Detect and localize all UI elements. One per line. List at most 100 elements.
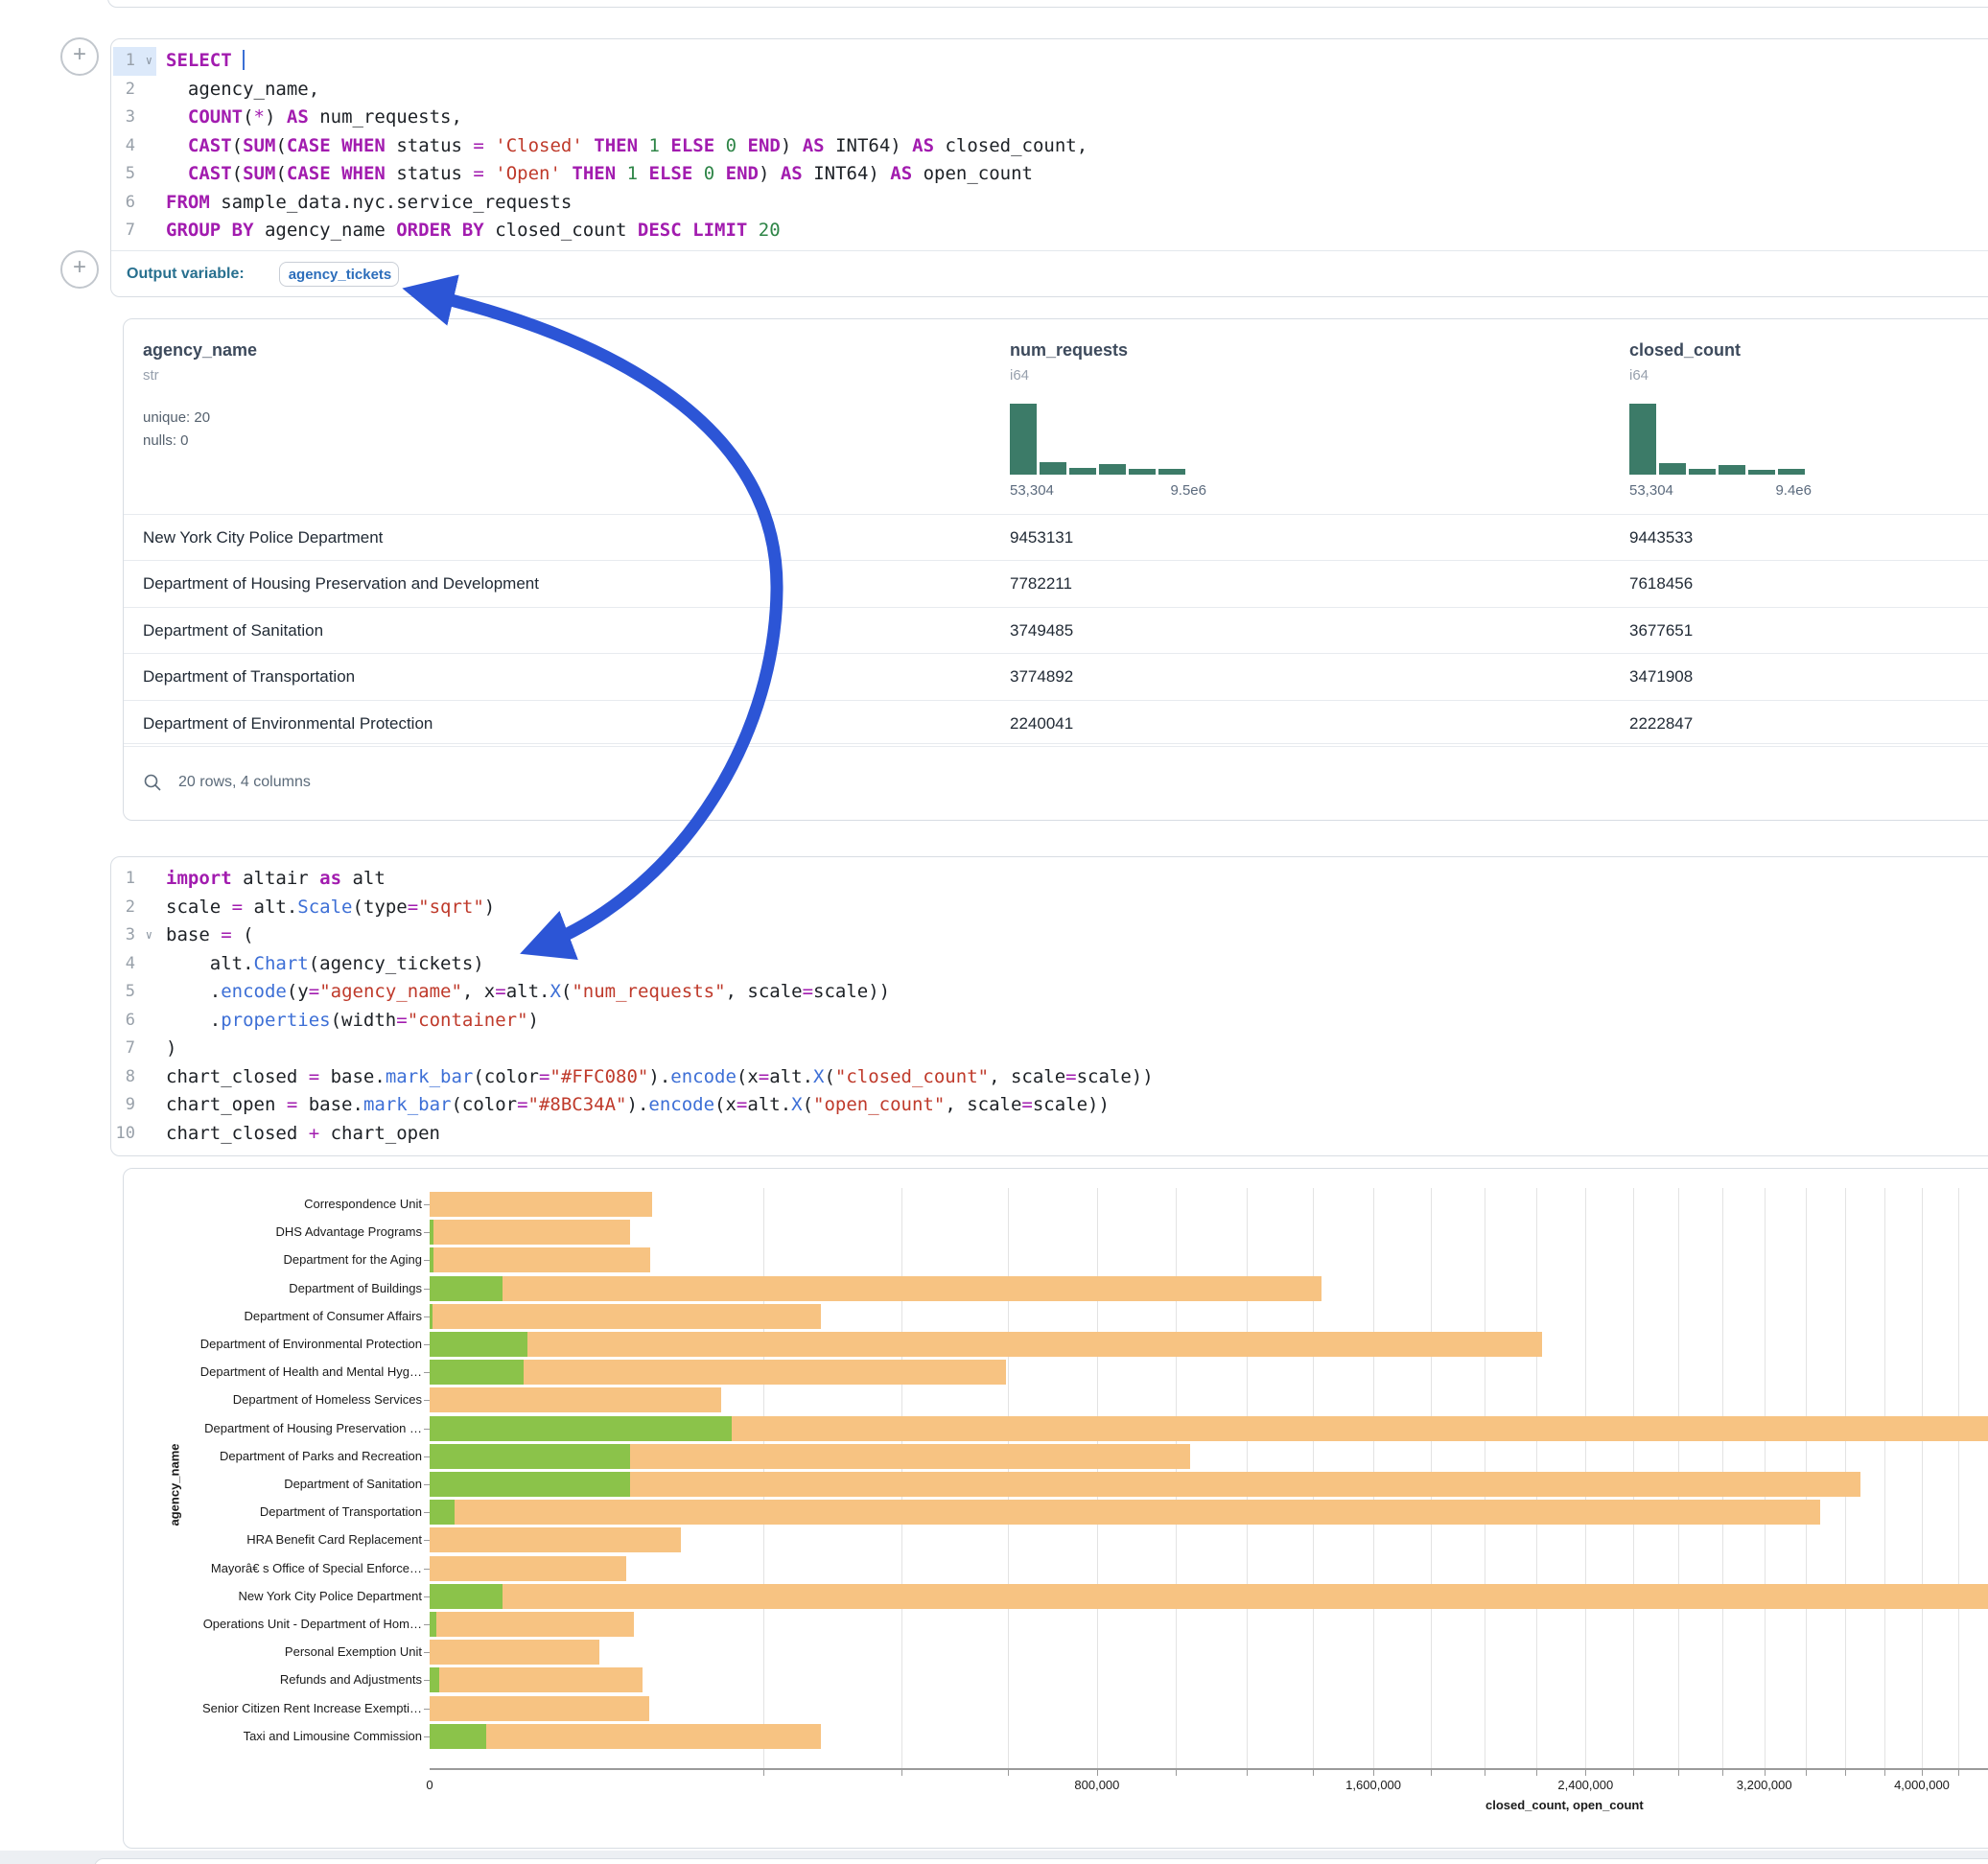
bar-open-count	[430, 1444, 630, 1469]
text-cursor	[243, 50, 245, 70]
table-cell-num-requests: 2240041	[1010, 701, 1073, 746]
x-axis-tick-label: 4,000,000	[1894, 1778, 1950, 1792]
histogram-bin	[1010, 404, 1037, 475]
bar-row	[430, 1472, 1988, 1497]
bar-open-count	[430, 1220, 433, 1245]
histogram-bin	[1719, 465, 1745, 475]
output-variable-label: Output variable:	[127, 266, 245, 283]
code-line[interactable]: 7)	[111, 1035, 1988, 1063]
code-text: chart_closed + chart_open	[166, 1120, 440, 1149]
bar-row	[430, 1444, 1988, 1469]
x-axis-tick	[1922, 1770, 1923, 1776]
bar-closed-count	[430, 1220, 630, 1245]
code-line[interactable]: 7GROUP BY agency_name ORDER BY closed_co…	[111, 217, 1988, 245]
column-header-num-requests[interactable]: num_requests i64	[1010, 340, 1128, 384]
bar-closed-count	[430, 1192, 652, 1217]
y-axis-category-label: Department of Transportation	[124, 1504, 422, 1519]
bar-closed-count	[430, 1696, 649, 1721]
code-line[interactable]: 1∨SELECT	[111, 47, 1988, 76]
column-header-agency-name[interactable]: agency_name str unique: 20 nulls: 0	[143, 340, 257, 453]
code-line[interactable]: 2 agency_name,	[111, 76, 1988, 105]
hist-min-label: 53,304	[1629, 482, 1673, 499]
fold-caret-icon[interactable]: ∨	[146, 47, 152, 76]
table-cell-agency-name: Department of Environmental Protection	[143, 701, 433, 746]
bar-row	[430, 1332, 1988, 1357]
table-cell-agency-name: Department of Housing Preservation and D…	[143, 561, 539, 606]
line-number: 5	[113, 160, 156, 189]
code-text: chart_closed = base.mark_bar(color="#FFC…	[166, 1063, 1154, 1092]
table-cell-closed-count: 9443533	[1629, 515, 1693, 560]
code-text: )	[166, 1035, 176, 1063]
previous-cell-edge	[107, 0, 1988, 8]
line-number: 7	[113, 217, 156, 245]
line-number: 2	[113, 894, 156, 922]
x-axis-tick-label: 1,600,000	[1345, 1778, 1401, 1792]
code-line[interactable]: 4 CAST(SUM(CASE WHEN status = 'Closed' T…	[111, 132, 1988, 161]
notebook-page: + + 1 ∨ SELECT 2 agency_name,3 COUNT(*) AS…	[0, 0, 1988, 1864]
code-line[interactable]: 8chart_closed = base.mark_bar(color="#FF…	[111, 1063, 1988, 1092]
table-cell-closed-count: 7618456	[1629, 561, 1693, 606]
code-text: SELECT	[166, 47, 245, 76]
table-row[interactable]: Department of Transportation377489234719…	[124, 653, 1988, 699]
code-line[interactable]: 9chart_open = base.mark_bar(color="#8BC3…	[111, 1091, 1988, 1120]
code-line[interactable]: 1import altair as alt	[111, 865, 1988, 894]
code-text: COUNT(*) AS num_requests,	[166, 104, 462, 132]
line-number: 10	[113, 1120, 156, 1149]
python-code-editor[interactable]: 1import altair as alt2scale = alt.Scale(…	[111, 865, 1988, 1148]
bar-closed-count	[430, 1527, 681, 1552]
code-text: base = (	[166, 921, 254, 950]
table-row[interactable]: New York City Police Department945313194…	[124, 514, 1988, 560]
search-icon[interactable]	[143, 773, 162, 792]
x-axis-tick	[1176, 1770, 1177, 1776]
histogram-bin	[1689, 469, 1716, 475]
code-line[interactable]: 4 alt.Chart(agency_tickets)	[111, 950, 1988, 979]
sql-code-editor[interactable]: 1∨SELECT 2 agency_name,3 COUNT(*) AS num…	[111, 47, 1988, 245]
histogram-bin	[1778, 469, 1805, 475]
histogram-bin	[1069, 468, 1096, 475]
table-row[interactable]: Department of Environmental Protection 22…	[124, 700, 1988, 746]
table-row[interactable]: Department of Sanitation37494853677651	[124, 607, 1988, 653]
column-name: agency_name	[143, 340, 257, 361]
code-line[interactable]: 5 CAST(SUM(CASE WHEN status = 'Open' THE…	[111, 160, 1988, 189]
y-axis-category-label: Department for the Aging	[124, 1252, 422, 1267]
table-cell-agency-name: New York City Police Department	[143, 515, 383, 560]
y-axis-category-label: Department of Housing Preservation …	[124, 1421, 422, 1435]
code-text: .encode(y="agency_name", x=alt.X("num_re…	[166, 978, 890, 1007]
chart-output-card: agency_name closed_count, open_count 080…	[123, 1168, 1988, 1849]
code-line[interactable]: 3∨base = (	[111, 921, 1988, 950]
y-axis-category-label: Personal Exemption Unit	[124, 1644, 422, 1659]
column-header-closed-count[interactable]: closed_count i64	[1629, 340, 1741, 384]
bar-row	[430, 1500, 1988, 1525]
x-axis-tick	[1313, 1770, 1314, 1776]
bar-row	[430, 1724, 1988, 1749]
line-number: 6	[113, 1007, 156, 1036]
code-line[interactable]: 6FROM sample_data.nyc.service_requests	[111, 189, 1988, 218]
code-line[interactable]: 10 chart_closed + chart_open	[111, 1120, 1988, 1149]
bar-closed-count	[430, 1247, 650, 1272]
line-number: 1	[113, 865, 156, 894]
bar-open-count	[430, 1584, 503, 1609]
line-number: 5	[113, 978, 156, 1007]
y-axis-category-label: Senior Citizen Rent Increase Exempti…	[124, 1701, 422, 1715]
code-line[interactable]: 2scale = alt.Scale(type="sqrt")	[111, 894, 1988, 922]
code-line[interactable]: 6 .properties(width="container")	[111, 1007, 1988, 1036]
fold-caret-icon[interactable]: ∨	[146, 921, 152, 950]
add-cell-button[interactable]: +	[60, 37, 99, 76]
code-line[interactable]: 5 .encode(y="agency_name", x=alt.X("num_…	[111, 978, 1988, 1007]
line-number: 7	[113, 1035, 156, 1063]
bar-open-count	[430, 1247, 433, 1272]
output-variable-badge[interactable]: agency_tickets	[279, 262, 399, 287]
y-axis-category-label: Mayorâ€ s Office of Special Enforce…	[124, 1561, 422, 1575]
num-requests-histogram	[1010, 404, 1185, 475]
code-text: chart_open = base.mark_bar(color="#8BC34…	[166, 1091, 1110, 1120]
table-cell-closed-count: 3677651	[1629, 608, 1693, 653]
x-axis-tick-label: 3,200,000	[1737, 1778, 1792, 1792]
x-axis-tick	[901, 1770, 902, 1776]
y-axis-category-label: Department of Parks and Recreation	[124, 1449, 422, 1463]
line-number: 6	[113, 189, 156, 218]
add-cell-button[interactable]: +	[60, 250, 99, 289]
y-axis-category-label: Department of Sanitation	[124, 1477, 422, 1491]
table-row[interactable]: Department of Housing Preservation and D…	[124, 560, 1988, 606]
code-line[interactable]: 3 COUNT(*) AS num_requests,	[111, 104, 1988, 132]
y-axis-category-label: HRA Benefit Card Replacement	[124, 1532, 422, 1547]
